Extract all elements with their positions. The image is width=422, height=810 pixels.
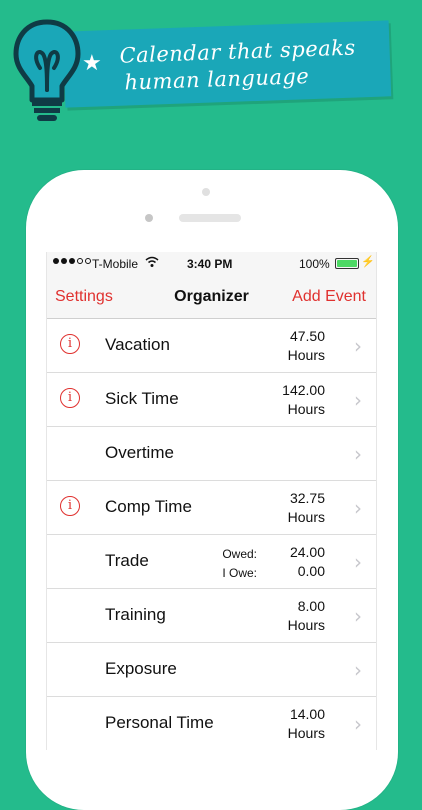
banner-text: Calendar that speaks human language <box>119 33 391 96</box>
row-unit: Hours <box>287 617 325 633</box>
chevron-right-icon: › <box>354 334 362 358</box>
battery-icon <box>335 258 359 269</box>
row-amount: 8.00 <box>297 598 325 614</box>
row-label: Comp Time <box>105 497 192 516</box>
signal-icon <box>53 258 91 264</box>
list-item-comp-time[interactable]: i Comp Time 32.75 Hours › <box>47 481 376 535</box>
row-value: 8.00 Hours <box>288 597 325 635</box>
row-label: Trade <box>105 551 149 570</box>
phone-camera <box>202 188 210 196</box>
row-label: Sick Time <box>105 389 179 408</box>
chevron-right-icon: › <box>354 496 362 520</box>
battery-fill <box>337 260 357 267</box>
list-item-sick-time[interactable]: i Sick Time 142.00 Hours › <box>47 373 376 427</box>
row-label: Personal Time <box>105 713 214 732</box>
wifi-icon <box>145 256 159 267</box>
list-item-trade[interactable]: Trade Owed: I Owe: 24.00 0.00 › <box>47 535 376 589</box>
chevron-right-icon: › <box>354 442 362 466</box>
row-value: 32.75 Hours <box>288 489 325 527</box>
owed-label: Owed: <box>222 547 257 561</box>
nav-bar: Settings Organizer Add Event <box>47 274 376 319</box>
add-event-button[interactable]: Add Event <box>292 288 366 306</box>
organizer-list: i Vacation 47.50 Hours › i Sick Time 142… <box>47 319 376 750</box>
row-amount: 47.50 <box>289 328 325 344</box>
chevron-right-icon: › <box>354 712 362 736</box>
owed-amount: 24.00 <box>289 544 325 560</box>
battery-percent: 100% <box>299 257 330 271</box>
row-label: Vacation <box>105 335 170 354</box>
row-value: 14.00 Hours <box>288 705 325 743</box>
list-item-overtime[interactable]: Overtime › <box>47 427 376 481</box>
chevron-right-icon: › <box>354 604 362 628</box>
phone-sensor <box>145 214 153 222</box>
row-amount: 14.00 <box>289 706 325 722</box>
row-unit: Hours <box>287 401 325 417</box>
status-bar: T-Mobile 3:40 PM 100% ⚡ <box>47 252 376 274</box>
list-item-training[interactable]: Training 8.00 Hours › <box>47 589 376 643</box>
i-owe-amount: 0.00 <box>297 563 325 579</box>
row-unit: Hours <box>287 509 325 525</box>
row-value: 24.00 0.00 <box>290 543 325 581</box>
row-value: 142.00 Hours <box>282 381 325 419</box>
row-amount: 32.75 <box>289 490 325 506</box>
app-screen: T-Mobile 3:40 PM 100% ⚡ Settings Organiz… <box>46 252 377 750</box>
clock: 3:40 PM <box>187 257 233 271</box>
row-label: Training <box>105 605 166 624</box>
star-icon: ★ <box>82 50 102 75</box>
list-item-exposure[interactable]: Exposure › <box>47 643 376 697</box>
chevron-right-icon: › <box>354 550 362 574</box>
trade-labels: Owed: I Owe: <box>215 545 257 583</box>
row-value: 47.50 Hours <box>288 327 325 365</box>
row-unit: Hours <box>287 347 325 363</box>
carrier-label: T-Mobile <box>92 257 139 271</box>
list-item-vacation[interactable]: i Vacation 47.50 Hours › <box>47 319 376 373</box>
lightbulb-icon <box>13 19 81 121</box>
phone-speaker <box>179 214 241 222</box>
row-unit: Hours <box>287 725 325 741</box>
info-circle-icon[interactable]: i <box>60 496 80 516</box>
row-amount: 142.00 <box>282 382 325 398</box>
row-label: Exposure <box>105 659 177 678</box>
row-label: Overtime <box>105 443 174 462</box>
list-item-personal-time[interactable]: Personal Time 14.00 Hours › <box>47 697 376 750</box>
chevron-right-icon: › <box>354 658 362 682</box>
chevron-right-icon: › <box>354 388 362 412</box>
charging-bolt-icon: ⚡ <box>361 256 375 268</box>
i-owe-label: I Owe: <box>222 566 257 580</box>
info-circle-icon[interactable]: i <box>60 334 80 354</box>
info-circle-icon[interactable]: i <box>60 388 80 408</box>
